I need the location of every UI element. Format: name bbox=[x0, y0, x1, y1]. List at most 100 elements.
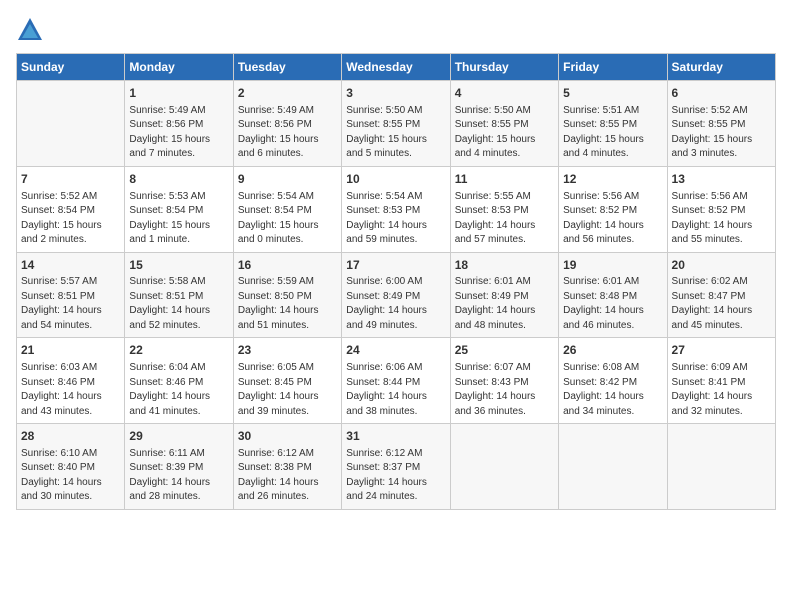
table-cell: 7Sunrise: 5:52 AMSunset: 8:54 PMDaylight… bbox=[17, 166, 125, 252]
day-number: 11 bbox=[455, 171, 554, 188]
day-number: 1 bbox=[129, 85, 228, 102]
day-number: 8 bbox=[129, 171, 228, 188]
day-number: 29 bbox=[129, 428, 228, 445]
table-cell: 29 Sunrise: 6:11 AMSunset: 8:39 PMDayligh… bbox=[125, 424, 233, 510]
table-cell bbox=[559, 424, 667, 510]
cell-content: Sunrise: 5:55 AMSunset: 8:53 PMDaylight:… bbox=[455, 190, 554, 248]
cell-content: Sunrise: 6:12 AMSunset: 8:38 PMDaylight:… bbox=[238, 447, 337, 505]
table-cell: 22 Sunrise: 6:04 AMSunset: 8:46 PMDayligh… bbox=[125, 338, 233, 424]
table-cell: 26Sunrise: 6:08 AMSunset: 8:42 PMDayligh… bbox=[559, 338, 667, 424]
day-number: 22 bbox=[129, 342, 228, 359]
header-thursday: Thursday bbox=[450, 54, 558, 81]
calendar-table: SundayMondayTuesdayWednesdayThursdayFrid… bbox=[16, 53, 776, 510]
cell-content: Sunrise: 5:56 AMSunset: 8:52 PMDaylight:… bbox=[672, 190, 771, 248]
day-number: 27 bbox=[672, 342, 771, 359]
cell-content: Sunrise: 6:01 AMSunset: 8:48 PMDaylight:… bbox=[563, 275, 662, 333]
week-row-1: 1 Sunrise: 5:49 AMSunset: 8:56 PMDaylight… bbox=[17, 81, 776, 167]
table-cell: 15Sunrise: 5:58 AMSunset: 8:51 PMDayligh… bbox=[125, 252, 233, 338]
table-cell: 3 Sunrise: 5:50 AMSunset: 8:55 PMDaylight… bbox=[342, 81, 450, 167]
table-cell bbox=[667, 424, 775, 510]
day-number: 31 bbox=[346, 428, 445, 445]
cell-content: Sunrise: 5:51 AMSunset: 8:55 PMDaylight:… bbox=[563, 104, 662, 162]
day-number: 13 bbox=[672, 171, 771, 188]
cell-content: Sunrise: 5:54 AMSunset: 8:54 PMDaylight:… bbox=[238, 190, 337, 248]
cell-content: Sunrise: 6:04 AMSunset: 8:46 PMDaylight:… bbox=[129, 361, 228, 419]
day-number: 3 bbox=[346, 85, 445, 102]
table-cell: 24 Sunrise: 6:06 AMSunset: 8:44 PMDayligh… bbox=[342, 338, 450, 424]
cell-content: Sunrise: 6:10 AMSunset: 8:40 PMDaylight:… bbox=[21, 447, 120, 505]
day-number: 16 bbox=[238, 257, 337, 274]
day-number: 4 bbox=[455, 85, 554, 102]
day-number: 28 bbox=[21, 428, 120, 445]
table-cell: 23 Sunrise: 6:05 AMSunset: 8:45 PMDayligh… bbox=[233, 338, 341, 424]
table-cell: 31 Sunrise: 6:12 AMSunset: 8:37 PMDayligh… bbox=[342, 424, 450, 510]
day-number: 9 bbox=[238, 171, 337, 188]
cell-content: Sunrise: 5:54 AMSunset: 8:53 PMDaylight:… bbox=[346, 190, 445, 248]
header-saturday: Saturday bbox=[667, 54, 775, 81]
table-cell: 21 Sunrise: 6:03 AMSunset: 8:46 PMDayligh… bbox=[17, 338, 125, 424]
day-number: 6 bbox=[672, 85, 771, 102]
day-number: 19 bbox=[563, 257, 662, 274]
day-number: 20 bbox=[672, 257, 771, 274]
table-cell: 28 Sunrise: 6:10 AMSunset: 8:40 PMDayligh… bbox=[17, 424, 125, 510]
logo-icon bbox=[16, 16, 44, 49]
cell-content: Sunrise: 6:03 AMSunset: 8:46 PMDaylight:… bbox=[21, 361, 120, 419]
cell-content: Sunrise: 6:08 AMSunset: 8:42 PMDaylight:… bbox=[563, 361, 662, 419]
cell-content: Sunrise: 6:06 AMSunset: 8:44 PMDaylight:… bbox=[346, 361, 445, 419]
day-number: 25 bbox=[455, 342, 554, 359]
header-monday: Monday bbox=[125, 54, 233, 81]
table-cell: 2Sunrise: 5:49 AMSunset: 8:56 PMDaylight… bbox=[233, 81, 341, 167]
day-number: 23 bbox=[238, 342, 337, 359]
cell-content: Sunrise: 6:12 AMSunset: 8:37 PMDaylight:… bbox=[346, 447, 445, 505]
cell-content: Sunrise: 5:52 AMSunset: 8:54 PMDaylight:… bbox=[21, 190, 120, 248]
table-cell: 16Sunrise: 5:59 AMSunset: 8:50 PMDayligh… bbox=[233, 252, 341, 338]
cell-content: Sunrise: 5:49 AMSunset: 8:56 PMDaylight:… bbox=[129, 104, 228, 162]
header-friday: Friday bbox=[559, 54, 667, 81]
table-cell bbox=[17, 81, 125, 167]
day-number: 2 bbox=[238, 85, 337, 102]
day-number: 18 bbox=[455, 257, 554, 274]
day-number: 10 bbox=[346, 171, 445, 188]
cell-content: Sunrise: 6:11 AMSunset: 8:39 PMDaylight:… bbox=[129, 447, 228, 505]
cell-content: Sunrise: 6:07 AMSunset: 8:43 PMDaylight:… bbox=[455, 361, 554, 419]
table-cell: 6Sunrise: 5:52 AMSunset: 8:55 PMDaylight… bbox=[667, 81, 775, 167]
day-number: 17 bbox=[346, 257, 445, 274]
day-number: 12 bbox=[563, 171, 662, 188]
table-cell: 12 Sunrise: 5:56 AMSunset: 8:52 PMDayligh… bbox=[559, 166, 667, 252]
day-number: 5 bbox=[563, 85, 662, 102]
cell-content: Sunrise: 5:53 AMSunset: 8:54 PMDaylight:… bbox=[129, 190, 228, 248]
table-cell: 9 Sunrise: 5:54 AMSunset: 8:54 PMDaylight… bbox=[233, 166, 341, 252]
day-number: 15 bbox=[129, 257, 228, 274]
table-cell: 30Sunrise: 6:12 AMSunset: 8:38 PMDayligh… bbox=[233, 424, 341, 510]
table-cell: 27 Sunrise: 6:09 AMSunset: 8:41 PMDayligh… bbox=[667, 338, 775, 424]
day-number: 14 bbox=[21, 257, 120, 274]
cell-content: Sunrise: 6:00 AMSunset: 8:49 PMDaylight:… bbox=[346, 275, 445, 333]
table-cell: 4 Sunrise: 5:50 AMSunset: 8:55 PMDaylight… bbox=[450, 81, 558, 167]
table-cell: 5 Sunrise: 5:51 AMSunset: 8:55 PMDaylight… bbox=[559, 81, 667, 167]
week-row-4: 21 Sunrise: 6:03 AMSunset: 8:46 PMDayligh… bbox=[17, 338, 776, 424]
day-number: 24 bbox=[346, 342, 445, 359]
table-cell: 19Sunrise: 6:01 AMSunset: 8:48 PMDayligh… bbox=[559, 252, 667, 338]
calendar-header-row: SundayMondayTuesdayWednesdayThursdayFrid… bbox=[17, 54, 776, 81]
week-row-5: 28 Sunrise: 6:10 AMSunset: 8:40 PMDayligh… bbox=[17, 424, 776, 510]
cell-content: Sunrise: 5:56 AMSunset: 8:52 PMDaylight:… bbox=[563, 190, 662, 248]
week-row-3: 14Sunrise: 5:57 AMSunset: 8:51 PMDayligh… bbox=[17, 252, 776, 338]
cell-content: Sunrise: 6:02 AMSunset: 8:47 PMDaylight:… bbox=[672, 275, 771, 333]
table-cell: 18Sunrise: 6:01 AMSunset: 8:49 PMDayligh… bbox=[450, 252, 558, 338]
week-row-2: 7Sunrise: 5:52 AMSunset: 8:54 PMDaylight… bbox=[17, 166, 776, 252]
table-cell: 25 Sunrise: 6:07 AMSunset: 8:43 PMDayligh… bbox=[450, 338, 558, 424]
table-cell: 13 Sunrise: 5:56 AMSunset: 8:52 PMDayligh… bbox=[667, 166, 775, 252]
header-wednesday: Wednesday bbox=[342, 54, 450, 81]
table-cell: 14Sunrise: 5:57 AMSunset: 8:51 PMDayligh… bbox=[17, 252, 125, 338]
cell-content: Sunrise: 5:58 AMSunset: 8:51 PMDaylight:… bbox=[129, 275, 228, 333]
cell-content: Sunrise: 5:50 AMSunset: 8:55 PMDaylight:… bbox=[346, 104, 445, 162]
table-cell: 8 Sunrise: 5:53 AMSunset: 8:54 PMDaylight… bbox=[125, 166, 233, 252]
cell-content: Sunrise: 5:50 AMSunset: 8:55 PMDaylight:… bbox=[455, 104, 554, 162]
cell-content: Sunrise: 5:57 AMSunset: 8:51 PMDaylight:… bbox=[21, 275, 120, 333]
table-cell: 10 Sunrise: 5:54 AMSunset: 8:53 PMDayligh… bbox=[342, 166, 450, 252]
table-cell: 17Sunrise: 6:00 AMSunset: 8:49 PMDayligh… bbox=[342, 252, 450, 338]
cell-content: Sunrise: 6:05 AMSunset: 8:45 PMDaylight:… bbox=[238, 361, 337, 419]
cell-content: Sunrise: 6:09 AMSunset: 8:41 PMDaylight:… bbox=[672, 361, 771, 419]
day-number: 21 bbox=[21, 342, 120, 359]
cell-content: Sunrise: 6:01 AMSunset: 8:49 PMDaylight:… bbox=[455, 275, 554, 333]
